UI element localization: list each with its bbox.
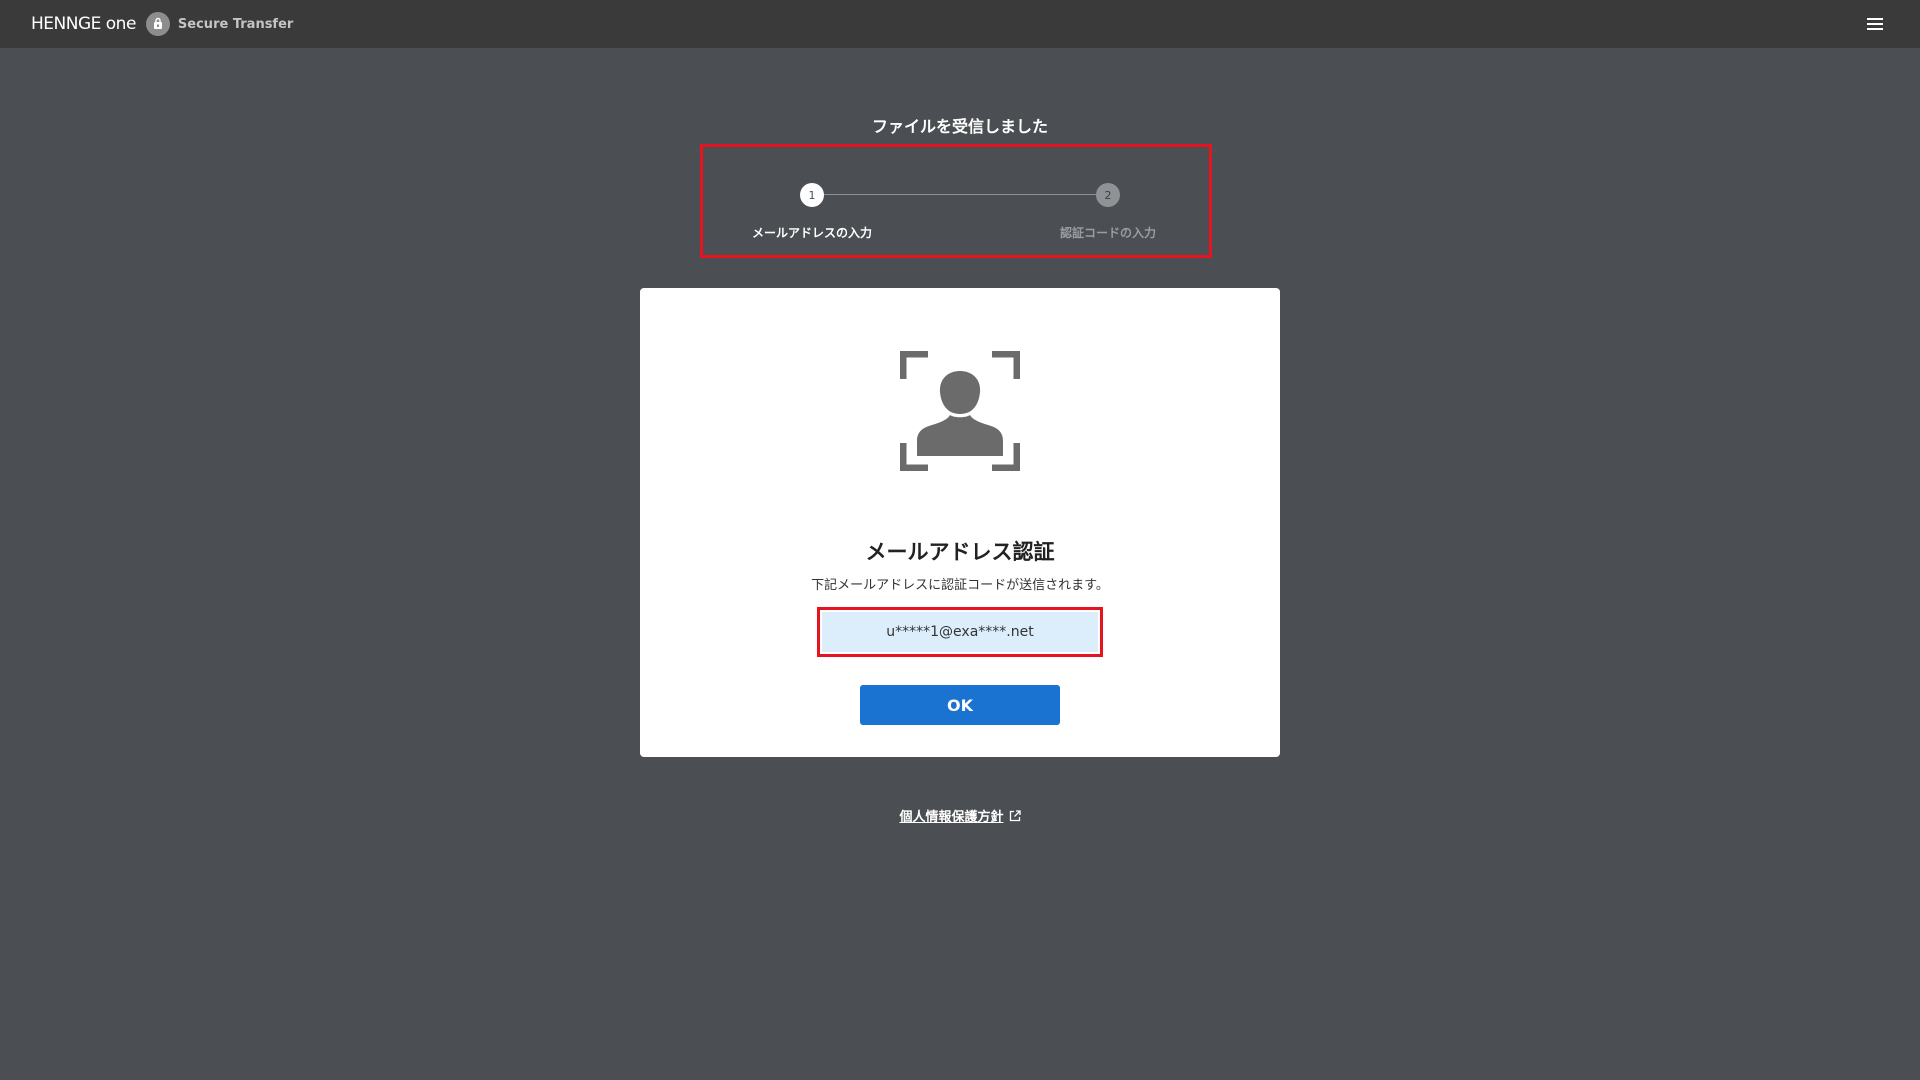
email-display: u*****1@exa****.net <box>822 612 1098 652</box>
product-name: Secure Transfer <box>177 16 294 32</box>
step-1-label: メールアドレスの入力 <box>751 226 872 240</box>
brand-logo[interactable]: HENNGE one Secure Transfer <box>31 12 293 36</box>
page-title: ファイルを受信しました <box>871 117 1048 136</box>
card-description: 下記メールアドレスに認証コードが送信されます。 <box>811 578 1109 593</box>
user-face-scan-icon <box>900 351 1020 471</box>
privacy-policy-link[interactable]: 個人情報保護方針 <box>899 810 1003 825</box>
card-heading: メールアドレス認証 <box>865 540 1055 564</box>
external-link-icon <box>1009 810 1021 822</box>
lock-bag-icon <box>145 12 170 36</box>
step-2-label: 認証コードの入力 <box>1059 226 1156 240</box>
step-connector-line <box>812 194 1108 195</box>
step-2-indicator: 2 <box>1096 183 1120 207</box>
step-1-indicator: 1 <box>800 183 824 207</box>
verification-card: メールアドレス認証 下記メールアドレスに認証コードが送信されます。 u*****… <box>640 288 1280 757</box>
brand-name: HENNGE one <box>31 14 136 34</box>
privacy-policy-area: 個人情報保護方針 <box>0 806 1920 825</box>
email-highlight-frame: u*****1@exa****.net <box>817 607 1103 657</box>
privacy-policy-label: 個人情報保護方針 <box>899 810 1004 825</box>
hamburger-menu-icon[interactable] <box>1862 14 1888 34</box>
ok-button[interactable]: OK <box>860 685 1060 725</box>
top-bar: HENNGE one Secure Transfer <box>0 0 1920 48</box>
